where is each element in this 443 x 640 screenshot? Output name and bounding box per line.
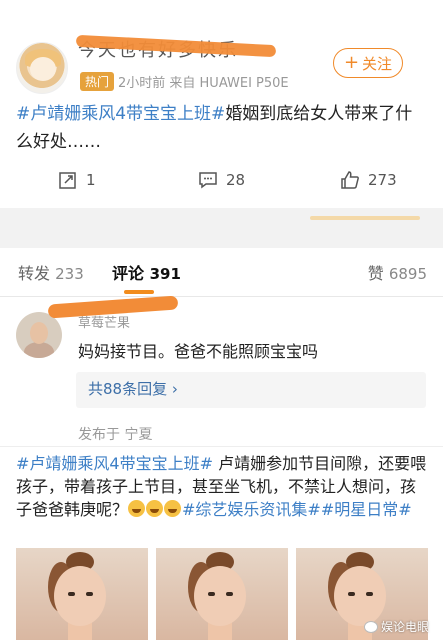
watermark-text: 娱论电眼 — [380, 620, 429, 634]
interaction-tabs: 转发 233 评论 391 赞 6895 — [0, 256, 443, 296]
post-meta: 2小时前 来自 HUAWEI P50E — [118, 76, 289, 91]
section-divider — [0, 208, 443, 248]
post-photo[interactable] — [16, 548, 148, 640]
repost-button[interactable]: 1 — [58, 170, 96, 190]
view-replies-button[interactable]: 共88条回复 › — [76, 372, 426, 408]
laughing-emoji-icon — [128, 500, 146, 517]
thumbs-up-icon — [341, 171, 359, 189]
post-body: #卢靖姗乘风4带宝宝上班#婚姻到底给女人带来了什么好处…… — [16, 100, 426, 156]
comment-location: 发布于 宁夏 — [78, 427, 153, 443]
tabs-divider — [0, 296, 443, 297]
post-header: 今天也有好多快乐 热门 2小时前 来自 HUAWEI P50E + 关注 — [0, 28, 443, 98]
comment-text: 妈妈接节目。爸爸不能照顾宝宝吗 — [78, 342, 319, 361]
quoted-hashtag[interactable]: #明星日常# — [321, 500, 412, 519]
comment-count: 28 — [226, 171, 246, 189]
quoted-hashtag[interactable]: #卢靖姗乘风4带宝宝上班# — [16, 454, 213, 473]
repost-count: 1 — [86, 171, 96, 189]
quoted-post-body: #卢靖姗乘风4带宝宝上班# 卢靖姗参加节目间隙，还要喂孩子，带着孩子上节目，甚至… — [16, 452, 428, 521]
tab-like-count: 6895 — [388, 265, 427, 283]
laughing-emoji-icon — [164, 500, 182, 517]
laughing-emoji-icon — [146, 500, 164, 517]
tab-repost-label: 转发 — [18, 264, 51, 283]
watermark: 娱论电眼 — [363, 618, 429, 635]
active-tab-indicator — [124, 290, 154, 294]
comment-button[interactable]: 28 — [198, 170, 245, 190]
comment-icon — [199, 172, 217, 189]
tab-comment[interactable]: 评论 391 — [112, 260, 181, 284]
post-hashtag[interactable]: #卢靖姗乘风4带宝宝上班# — [16, 104, 225, 124]
post-actions: 1 28 273 — [0, 170, 443, 200]
author-avatar[interactable] — [16, 42, 68, 94]
repost-icon — [59, 172, 76, 189]
like-count: 273 — [368, 171, 397, 189]
post-photo[interactable] — [156, 548, 288, 640]
weibo-icon — [363, 620, 378, 633]
comment-separator — [0, 446, 443, 447]
follow-button[interactable]: + 关注 — [333, 48, 403, 78]
tab-repost-count: 233 — [55, 265, 84, 283]
follow-label: 关注 — [362, 54, 393, 73]
tab-like-label: 赞 — [367, 264, 384, 283]
plus-icon: + — [343, 52, 360, 73]
hot-badge: 热门 — [80, 72, 115, 91]
like-button[interactable]: 273 — [340, 170, 397, 190]
tab-comment-label: 评论 — [112, 264, 145, 283]
tab-repost[interactable]: 转发 233 — [18, 260, 84, 284]
tab-comment-count: 391 — [149, 265, 181, 283]
commenter-avatar[interactable] — [16, 312, 62, 358]
quoted-hashtag[interactable]: #综艺娱乐资讯集# — [182, 500, 321, 519]
tab-like[interactable]: 赞 6895 — [368, 260, 427, 284]
